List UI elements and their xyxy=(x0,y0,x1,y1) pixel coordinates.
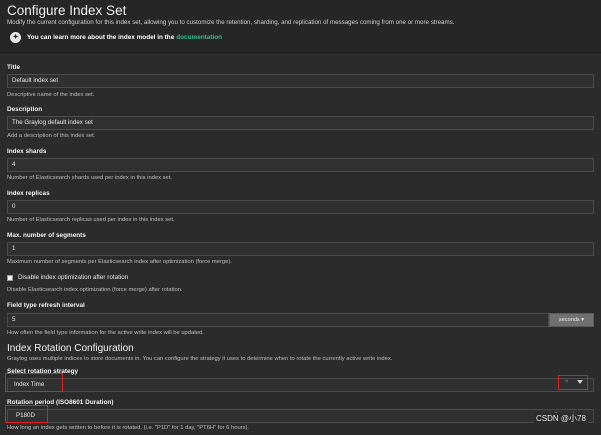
page-subtitle: Modify the current configuration for thi… xyxy=(7,19,455,26)
optimization-help: Disable Elasticsearch index optimization… xyxy=(7,287,183,293)
segments-input[interactable]: 1 xyxy=(7,242,594,256)
title-input[interactable]: Default index set xyxy=(7,74,594,88)
optimization-label: Disable index optimization after rotatio… xyxy=(18,274,129,281)
highlight-strategy-arrows xyxy=(558,375,588,390)
description-label: Description xyxy=(7,106,43,113)
replicas-input[interactable]: 0 xyxy=(7,200,594,214)
title-label: Title xyxy=(7,64,21,71)
page-title: Configure Index Set xyxy=(7,3,127,18)
lightbulb-icon: ✦ xyxy=(10,31,21,43)
optimization-row: Disable index optimization after rotatio… xyxy=(7,274,128,281)
segments-label: Max. number of segments xyxy=(7,232,86,239)
info-line: ✦ You can learn more about the index mod… xyxy=(10,31,222,43)
documentation-link[interactable]: documentation xyxy=(176,34,222,41)
title-help: Descriptive name of the index set. xyxy=(7,92,95,98)
watermark: CSDN @小78 xyxy=(534,413,588,424)
period-help: How long an index gets written to before… xyxy=(7,425,250,431)
refresh-input[interactable]: 5 xyxy=(7,313,549,327)
rotation-period-input[interactable]: P180D 6 months xyxy=(7,409,594,423)
rotation-section-title: Index Rotation Configuration xyxy=(7,343,134,354)
refresh-label: Field type refresh interval xyxy=(7,302,85,309)
replicas-label: Index replicas xyxy=(7,190,50,197)
rotation-section-description: Graylog uses multiple indices to store d… xyxy=(7,356,393,362)
optimization-checkbox[interactable] xyxy=(7,274,13,281)
refresh-unit-dropdown[interactable]: seconds ▾ xyxy=(549,313,594,327)
replicas-help: Number of Elasticsearch replicas used pe… xyxy=(7,217,175,223)
shards-input[interactable]: 4 xyxy=(7,158,594,172)
segments-help: Maximum number of segments per Elasticse… xyxy=(7,259,232,265)
description-input[interactable]: The Graylog default index set xyxy=(7,116,594,130)
page-header: Configure Index Set Modify the current c… xyxy=(0,0,601,53)
refresh-help: How often the field type information for… xyxy=(7,330,204,336)
info-text: You can learn more about the index model… xyxy=(27,33,175,41)
highlight-strategy-value xyxy=(5,373,63,392)
shards-label: Index shards xyxy=(7,148,47,155)
description-help: Add a description of this index set. xyxy=(7,133,96,139)
shards-help: Number of Elasticsearch shards used per … xyxy=(7,175,172,181)
highlight-period-value xyxy=(5,405,48,423)
rotation-strategy-select[interactable]: Index Time xyxy=(7,378,594,392)
